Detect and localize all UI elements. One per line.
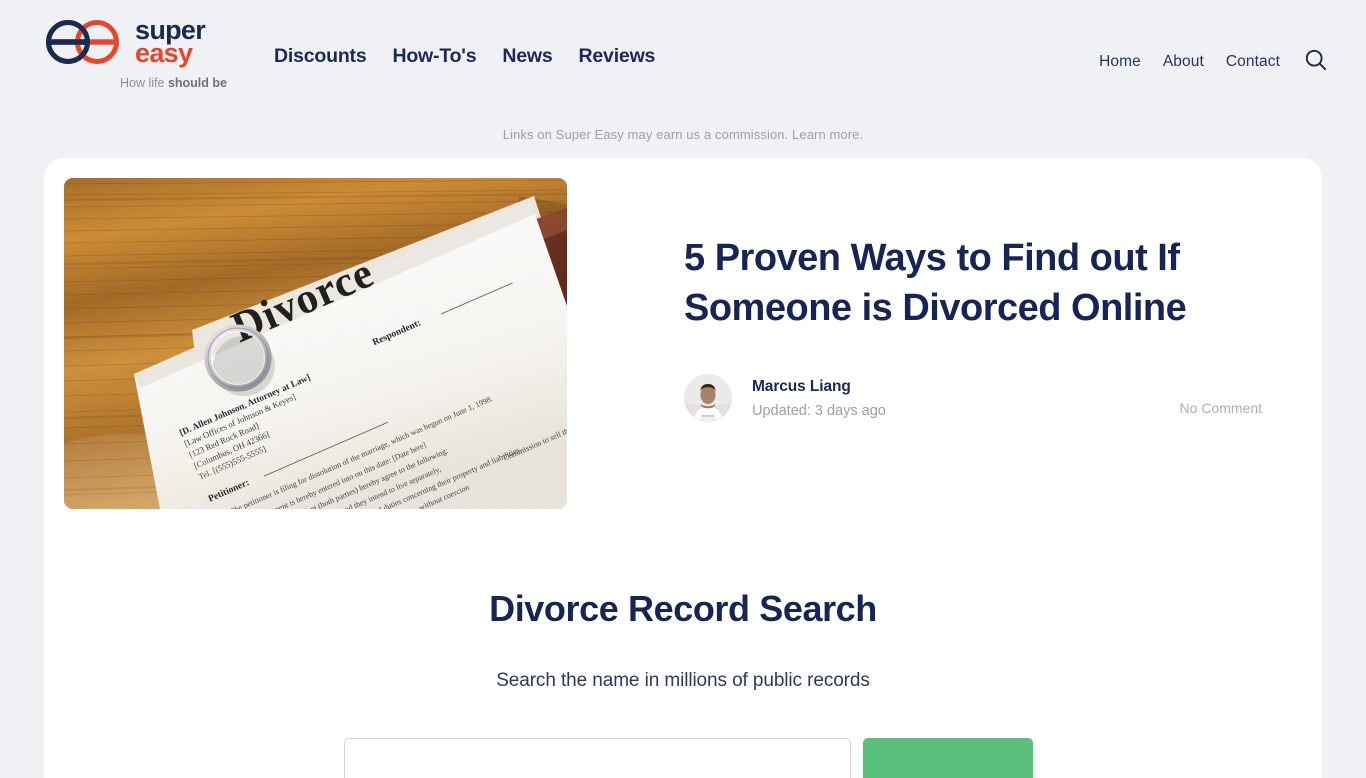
search-toggle-button[interactable] — [1304, 48, 1328, 75]
site-header: super easy How life should be Discounts … — [0, 0, 1366, 112]
hero-image: Divorce [D. Allen Johnson, Attorney at L… — [64, 178, 567, 509]
superEasy-logo-icon — [44, 19, 126, 64]
search-icon — [1304, 48, 1328, 75]
widget-title: Divorce Record Search — [489, 588, 877, 629]
disclaimer-learn-more-link[interactable]: Learn more. — [792, 127, 863, 142]
nav-item-reviews[interactable]: Reviews — [579, 45, 656, 68]
author-name[interactable]: Marcus Liang — [752, 378, 886, 396]
avatar — [684, 374, 732, 423]
nav-item-how-tos[interactable]: How-To's — [392, 45, 476, 68]
record-search-button[interactable] — [863, 738, 1033, 778]
disclaimer-text: Links on Super Easy may earn us a commis… — [502, 127, 793, 142]
brand-tagline: How life should be — [120, 76, 227, 90]
nav-item-discounts[interactable]: Discounts — [274, 45, 367, 68]
primary-navigation: Discounts How-To's News Reviews — [274, 45, 655, 68]
nav-item-contact[interactable]: Contact — [1226, 53, 1280, 71]
comment-count[interactable]: No Comment — [1180, 400, 1262, 416]
utility-navigation: Home About Contact — [1099, 48, 1328, 75]
affiliate-disclaimer: Links on Super Easy may earn us a commis… — [0, 112, 1366, 142]
brand-wordmark: super easy — [135, 16, 206, 69]
article-content-card: Divorce [D. Allen Johnson, Attorney at L… — [44, 158, 1322, 778]
nav-item-home[interactable]: Home — [1099, 53, 1141, 71]
record-search-form — [44, 738, 1322, 778]
brand-logo[interactable]: super easy How life should be — [44, 16, 274, 90]
byline-text: Marcus Liang Updated: 3 days ago — [752, 378, 886, 419]
nav-item-about[interactable]: About — [1163, 53, 1204, 71]
article-meta-column: 5 Proven Ways to Find out If Someone is … — [567, 178, 1302, 509]
widget-subtitle: Search the name in millions of public re… — [496, 670, 870, 691]
brand-word-easy: easy — [135, 38, 193, 69]
page-title: 5 Proven Ways to Find out If Someone is … — [684, 237, 1187, 330]
brand-row: super easy — [44, 16, 206, 69]
tagline-prefix: How life — [120, 76, 168, 91]
article-hero: Divorce [D. Allen Johnson, Attorney at L… — [44, 158, 1322, 509]
byline: Marcus Liang Updated: 3 days ago No Comm… — [684, 374, 1262, 423]
name-search-input[interactable] — [344, 738, 851, 778]
divorce-record-search-widget: Divorce Record Search Search the name in… — [44, 588, 1322, 778]
updated-timestamp: Updated: 3 days ago — [752, 402, 886, 419]
nav-item-news[interactable]: News — [502, 45, 552, 68]
tagline-strong: should be — [167, 76, 227, 91]
